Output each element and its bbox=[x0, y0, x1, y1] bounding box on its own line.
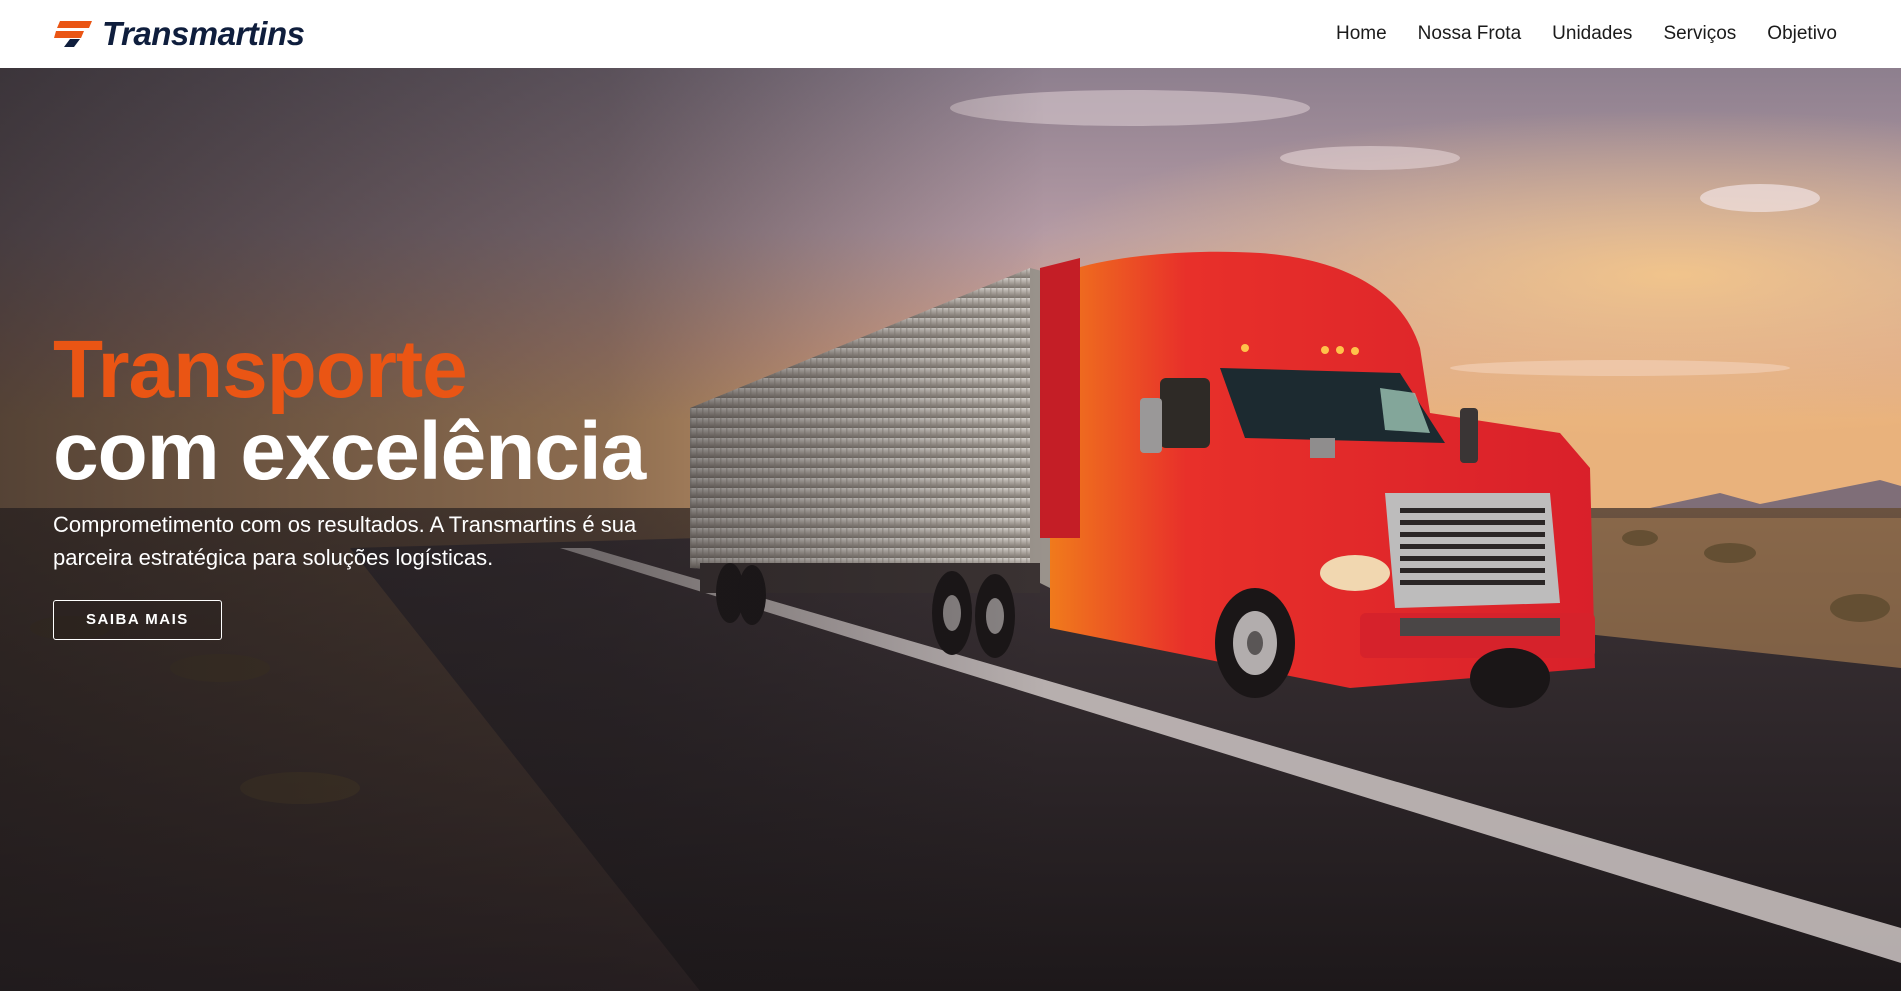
hero-title: Transporte com excelência bbox=[53, 324, 773, 497]
stylized-t-logo-icon bbox=[54, 21, 92, 47]
hero-title-main: com excelência bbox=[53, 406, 646, 497]
saiba-mais-button[interactable]: SAIBA MAIS bbox=[53, 600, 222, 640]
nav-item-home[interactable]: Home bbox=[1336, 0, 1387, 68]
hero-section: Transporte com excelência Comprometiment… bbox=[0, 68, 1901, 991]
nav-item-nossa-frota[interactable]: Nossa Frota bbox=[1418, 0, 1521, 68]
main-nav: Home Nossa Frota Unidades Serviços Objet… bbox=[1336, 0, 1837, 68]
nav-item-objetivo[interactable]: Objetivo bbox=[1767, 0, 1837, 68]
hero-content: Transporte com excelência Comprometiment… bbox=[53, 324, 773, 640]
hero-subtitle: Comprometimento com os resultados. A Tra… bbox=[53, 512, 637, 570]
brand-logo[interactable]: Transmartins bbox=[54, 15, 305, 52]
site-header: Transmartins Home Nossa Frota Unidades S… bbox=[0, 0, 1901, 68]
nav-item-unidades[interactable]: Unidades bbox=[1552, 0, 1632, 68]
hero-title-accent: Transporte bbox=[53, 324, 468, 415]
nav-item-servicos[interactable]: Serviços bbox=[1663, 0, 1736, 68]
brand-name: Transmartins bbox=[102, 15, 305, 52]
